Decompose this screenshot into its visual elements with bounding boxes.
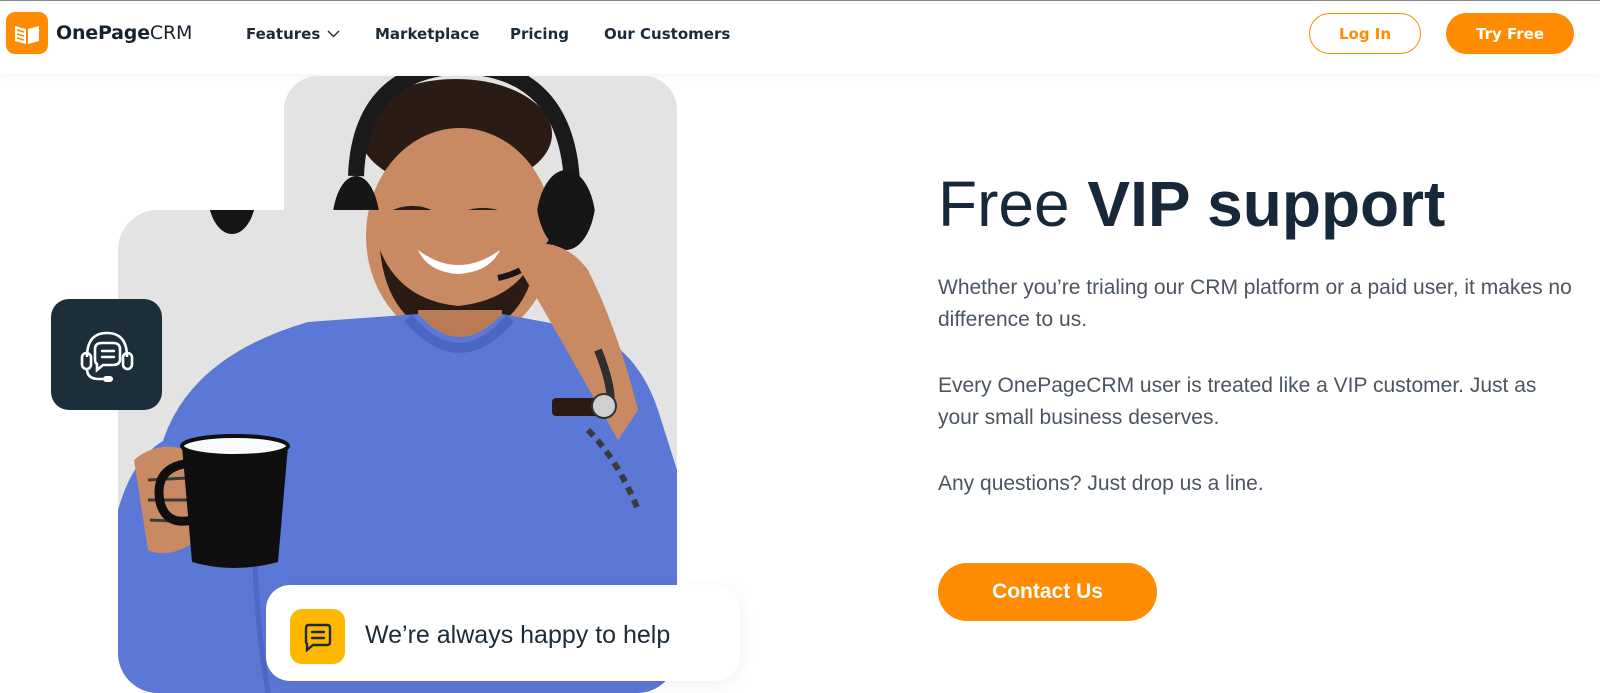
logo[interactable]: OnePageCRM: [6, 12, 192, 54]
help-message-text: We’re always happy to help: [365, 621, 671, 649]
nav-marketplace[interactable]: Marketplace: [375, 25, 479, 43]
chat-bubble-icon: [290, 609, 345, 664]
try-free-button[interactable]: Try Free: [1446, 13, 1574, 54]
logo-wordmark-bold: OnePage: [56, 22, 150, 44]
nav-our-customers[interactable]: Our Customers: [604, 25, 730, 43]
nav-features[interactable]: Features: [246, 25, 340, 43]
page-title-light: Free: [938, 168, 1088, 240]
contact-us-button[interactable]: Contact Us: [938, 563, 1157, 621]
log-in-button[interactable]: Log In: [1309, 13, 1421, 54]
onepagecrm-logo-icon: [6, 12, 48, 54]
headset-support-icon: [51, 299, 162, 410]
nav-features-label: Features: [246, 25, 321, 43]
site-header: OnePageCRM Features Marketplace Pricing …: [0, 1, 1600, 74]
page: OnePageCRM Features Marketplace Pricing …: [0, 0, 1600, 693]
hero-paragraph-2: Every OnePageCRM user is treated like a …: [938, 374, 1537, 429]
logo-wordmark-light: CRM: [149, 22, 193, 44]
page-title: Free VIP support: [938, 164, 1445, 244]
page-title-bold: VIP support: [1087, 168, 1446, 240]
help-message-card: We’re always happy to help: [266, 585, 740, 681]
hero-paragraph-3: Any questions? Just drop us a line.: [938, 472, 1264, 495]
chevron-down-icon: [327, 30, 340, 38]
logo-wordmark: OnePageCRM: [56, 22, 192, 44]
nav-pricing[interactable]: Pricing: [510, 25, 569, 43]
hero-paragraph-1: Whether you’re trialing our CRM platform…: [938, 276, 1572, 331]
